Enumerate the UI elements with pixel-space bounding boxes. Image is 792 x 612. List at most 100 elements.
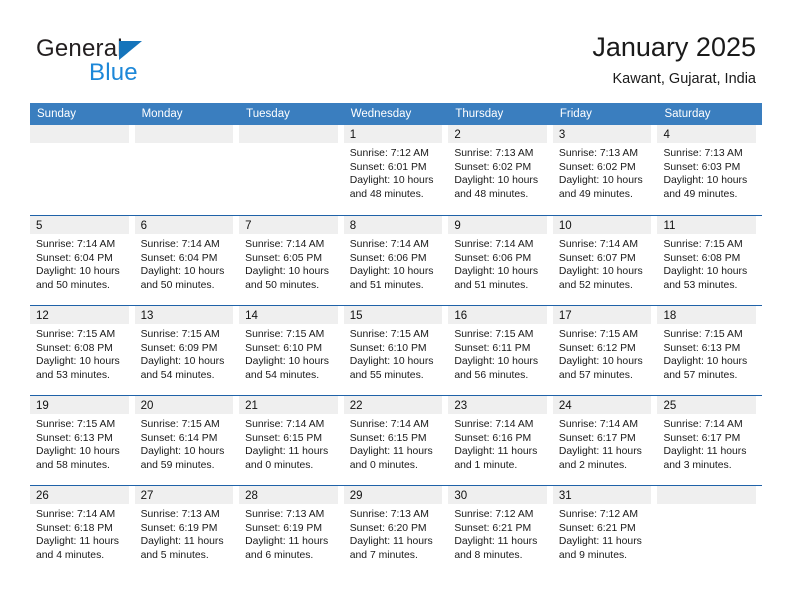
day-number-band (657, 486, 757, 504)
day-cell-details (135, 143, 234, 147)
calendar-day-cell[interactable]: 21 Sunrise: 7:14 AM Sunset: 6:15 PM Dayligh… (239, 396, 344, 485)
day-cell-inner: 1 Sunrise: 7:12 AM Sunset: 6:01 PM Daylight… (343, 125, 443, 215)
daylight-minutes-text: and 55 minutes. (349, 369, 424, 381)
daylight-minutes-text: and 7 minutes. (349, 549, 418, 561)
calendar-day-cell[interactable]: 26 Sunrise: 7:14 AM Sunset: 6:18 PM Dayligh… (30, 486, 135, 575)
sunrise-text: Sunrise: 7:14 AM (349, 419, 429, 430)
daylight-hours-text: Daylight: 11 hours (558, 536, 642, 548)
calendar-day-cell[interactable]: 11 Sunrise: 7:15 AM Sunset: 6:08 PM Dayligh… (657, 216, 762, 305)
day-number-band: 6 (134, 216, 234, 234)
sunset-text: Sunset: 6:02 PM (558, 161, 636, 173)
calendar-day-cell[interactable]: 10 Sunrise: 7:14 AM Sunset: 6:07 PM Dayligh… (552, 216, 658, 305)
calendar-day-cell[interactable]: 5 Sunrise: 7:14 AM Sunset: 6:04 PM Daylight… (30, 216, 135, 305)
day-number: 15 (349, 310, 363, 322)
daylight-hours-text: Daylight: 10 hours (349, 266, 434, 278)
calendar-day-cell[interactable]: 14 Sunrise: 7:15 AM Sunset: 6:10 PM Dayligh… (239, 306, 344, 395)
day-cell-details: Sunrise: 7:15 AM Sunset: 6:10 PM Daylight:… (239, 324, 338, 382)
calendar-day-cell[interactable]: 31 Sunrise: 7:12 AM Sunset: 6:21 PM Dayligh… (552, 486, 658, 575)
calendar-day-cell[interactable]: 4 Sunrise: 7:13 AM Sunset: 6:03 PM Daylight… (657, 125, 762, 215)
calendar-day-cell[interactable]: 30 Sunrise: 7:12 AM Sunset: 6:21 PM Dayligh… (448, 486, 553, 575)
calendar-day-cell[interactable]: 1 Sunrise: 7:12 AM Sunset: 6:01 PM Daylight… (343, 125, 449, 215)
calendar-day-cell[interactable]: 22 Sunrise: 7:14 AM Sunset: 6:15 PM Dayligh… (343, 396, 449, 485)
calendar-day-cell[interactable]: 13 Sunrise: 7:15 AM Sunset: 6:09 PM Dayligh… (134, 306, 240, 395)
calendar-day-cell[interactable]: 24 Sunrise: 7:14 AM Sunset: 6:17 PM Dayligh… (552, 396, 658, 485)
day-number: 25 (663, 400, 677, 412)
day-cell-inner: 29 Sunrise: 7:13 AM Sunset: 6:20 PM Dayligh… (343, 486, 443, 575)
calendar-day-cell[interactable]: 2 Sunrise: 7:13 AM Sunset: 6:02 PM Daylight… (448, 125, 553, 215)
calendar-day-cell[interactable]: 25 Sunrise: 7:14 AM Sunset: 6:17 PM Dayligh… (657, 396, 762, 485)
day-cell-inner: 2 Sunrise: 7:13 AM Sunset: 6:02 PM Daylight… (448, 125, 547, 215)
calendar-day-cell[interactable]: 19 Sunrise: 7:15 AM Sunset: 6:13 PM Dayligh… (30, 396, 135, 485)
calendar-day-cell[interactable]: 3 Sunrise: 7:13 AM Sunset: 6:02 PM Daylight… (552, 125, 658, 215)
sunset-text: Sunset: 6:05 PM (245, 252, 322, 264)
day-cell-details: Sunrise: 7:12 AM Sunset: 6:21 PM Daylight:… (553, 504, 652, 562)
sunset-text: Sunset: 6:17 PM (663, 432, 741, 444)
sunset-text: Sunset: 6:17 PM (558, 432, 636, 444)
day-number-band: 14 (239, 306, 338, 324)
calendar-day-cell[interactable]: 16 Sunrise: 7:15 AM Sunset: 6:11 PM Dayligh… (448, 306, 553, 395)
daylight-hours-text: Daylight: 10 hours (454, 356, 539, 368)
calendar-day-cell[interactable]: 15 Sunrise: 7:15 AM Sunset: 6:10 PM Dayligh… (343, 306, 449, 395)
calendar-week-row: 12 Sunrise: 7:15 AM Sunset: 6:08 PM Dayligh… (30, 305, 762, 395)
calendar-day-cell[interactable]: 12 Sunrise: 7:15 AM Sunset: 6:08 PM Dayligh… (30, 306, 135, 395)
daylight-hours-text: Daylight: 10 hours (663, 266, 748, 278)
sunset-text: Sunset: 6:06 PM (349, 252, 427, 264)
calendar-week-row: 1 Sunrise: 7:12 AM Sunset: 6:01 PM Daylight… (30, 125, 762, 215)
sunrise-text: Sunrise: 7:14 AM (558, 419, 639, 430)
day-cell-inner: 3 Sunrise: 7:13 AM Sunset: 6:02 PM Daylight… (552, 125, 652, 215)
day-number: 13 (140, 310, 154, 322)
day-cell-details: Sunrise: 7:15 AM Sunset: 6:12 PM Daylight:… (553, 324, 652, 382)
sunrise-text: Sunrise: 7:13 AM (454, 148, 534, 159)
daylight-minutes-text: and 48 minutes. (454, 188, 529, 200)
calendar-day-cell[interactable]: 6 Sunrise: 7:14 AM Sunset: 6:04 PM Daylight… (134, 216, 240, 305)
calendar-weeks: 1 Sunrise: 7:12 AM Sunset: 6:01 PM Daylight… (30, 125, 762, 575)
general-blue-logo[interactable]: General Blue (36, 36, 236, 88)
calendar-day-cell[interactable]: 23 Sunrise: 7:14 AM Sunset: 6:16 PM Dayligh… (448, 396, 553, 485)
sunset-text: Sunset: 6:10 PM (349, 342, 427, 354)
day-number: 6 (140, 220, 147, 232)
day-cell-inner (239, 125, 338, 215)
daylight-minutes-text: and 52 minutes. (558, 279, 633, 291)
daylight-hours-text: Daylight: 10 hours (36, 266, 120, 278)
day-cell-details: Sunrise: 7:15 AM Sunset: 6:13 PM Daylight:… (30, 414, 129, 472)
day-number-band: 22 (343, 396, 443, 414)
daylight-hours-text: Daylight: 11 hours (349, 536, 433, 548)
sunset-text: Sunset: 6:03 PM (663, 161, 741, 173)
calendar-day-cell[interactable]: 27 Sunrise: 7:13 AM Sunset: 6:19 PM Dayligh… (134, 486, 240, 575)
calendar-day-cell[interactable]: 17 Sunrise: 7:15 AM Sunset: 6:12 PM Dayligh… (552, 306, 658, 395)
weekday-header-tuesday: Tuesday (246, 108, 290, 120)
day-cell-inner: 22 Sunrise: 7:14 AM Sunset: 6:15 PM Dayligh… (343, 396, 443, 485)
weekday-header-row: Sunday Monday Tuesday Wednesday Thursday Frid… (30, 103, 762, 125)
day-cell-inner (134, 125, 234, 215)
daylight-minutes-text: and 54 minutes. (245, 369, 320, 381)
calendar-day-cell[interactable]: 18 Sunrise: 7:15 AM Sunset: 6:13 PM Dayligh… (657, 306, 762, 395)
sunset-text: Sunset: 6:21 PM (558, 522, 636, 534)
calendar-day-cell[interactable]: 9 Sunrise: 7:14 AM Sunset: 6:06 PM Daylight… (448, 216, 553, 305)
day-number-band: 16 (448, 306, 547, 324)
daylight-hours-text: Daylight: 11 hours (36, 536, 119, 548)
day-cell-inner: 16 Sunrise: 7:15 AM Sunset: 6:11 PM Dayligh… (448, 306, 547, 395)
calendar-day-cell[interactable]: 7 Sunrise: 7:14 AM Sunset: 6:05 PM Daylight… (239, 216, 344, 305)
calendar-day-cell[interactable]: 28 Sunrise: 7:13 AM Sunset: 6:19 PM Dayligh… (239, 486, 344, 575)
calendar-grid: Sunday Monday Tuesday Wednesday Thursday Frid… (30, 103, 762, 575)
day-number: 19 (36, 400, 49, 412)
calendar-week-row: 5 Sunrise: 7:14 AM Sunset: 6:04 PM Daylight… (30, 215, 762, 305)
day-cell-inner: 30 Sunrise: 7:12 AM Sunset: 6:21 PM Dayligh… (448, 486, 547, 575)
page-subtitle: Kawant, Gujarat, India (612, 71, 756, 87)
day-number: 23 (454, 400, 468, 412)
day-number-band (30, 125, 129, 143)
calendar-day-cell[interactable]: 29 Sunrise: 7:13 AM Sunset: 6:20 PM Dayligh… (343, 486, 449, 575)
calendar-day-cell[interactable]: 8 Sunrise: 7:14 AM Sunset: 6:06 PM Daylight… (343, 216, 449, 305)
day-number-band: 25 (657, 396, 757, 414)
day-number-band: 1 (343, 125, 443, 143)
sunrise-text: Sunrise: 7:13 AM (349, 509, 429, 520)
sunrise-text: Sunrise: 7:14 AM (245, 239, 325, 250)
daylight-hours-text: Daylight: 10 hours (349, 175, 434, 187)
calendar-day-cell[interactable]: 20 Sunrise: 7:15 AM Sunset: 6:14 PM Dayligh… (134, 396, 240, 485)
sunrise-text: Sunrise: 7:14 AM (663, 419, 743, 430)
daylight-hours-text: Daylight: 10 hours (558, 266, 643, 278)
sunrise-text: Sunrise: 7:15 AM (663, 329, 743, 340)
sunset-text: Sunset: 6:13 PM (663, 342, 741, 354)
daylight-hours-text: Daylight: 10 hours (663, 175, 748, 187)
day-cell-inner: 24 Sunrise: 7:14 AM Sunset: 6:17 PM Dayligh… (552, 396, 652, 485)
